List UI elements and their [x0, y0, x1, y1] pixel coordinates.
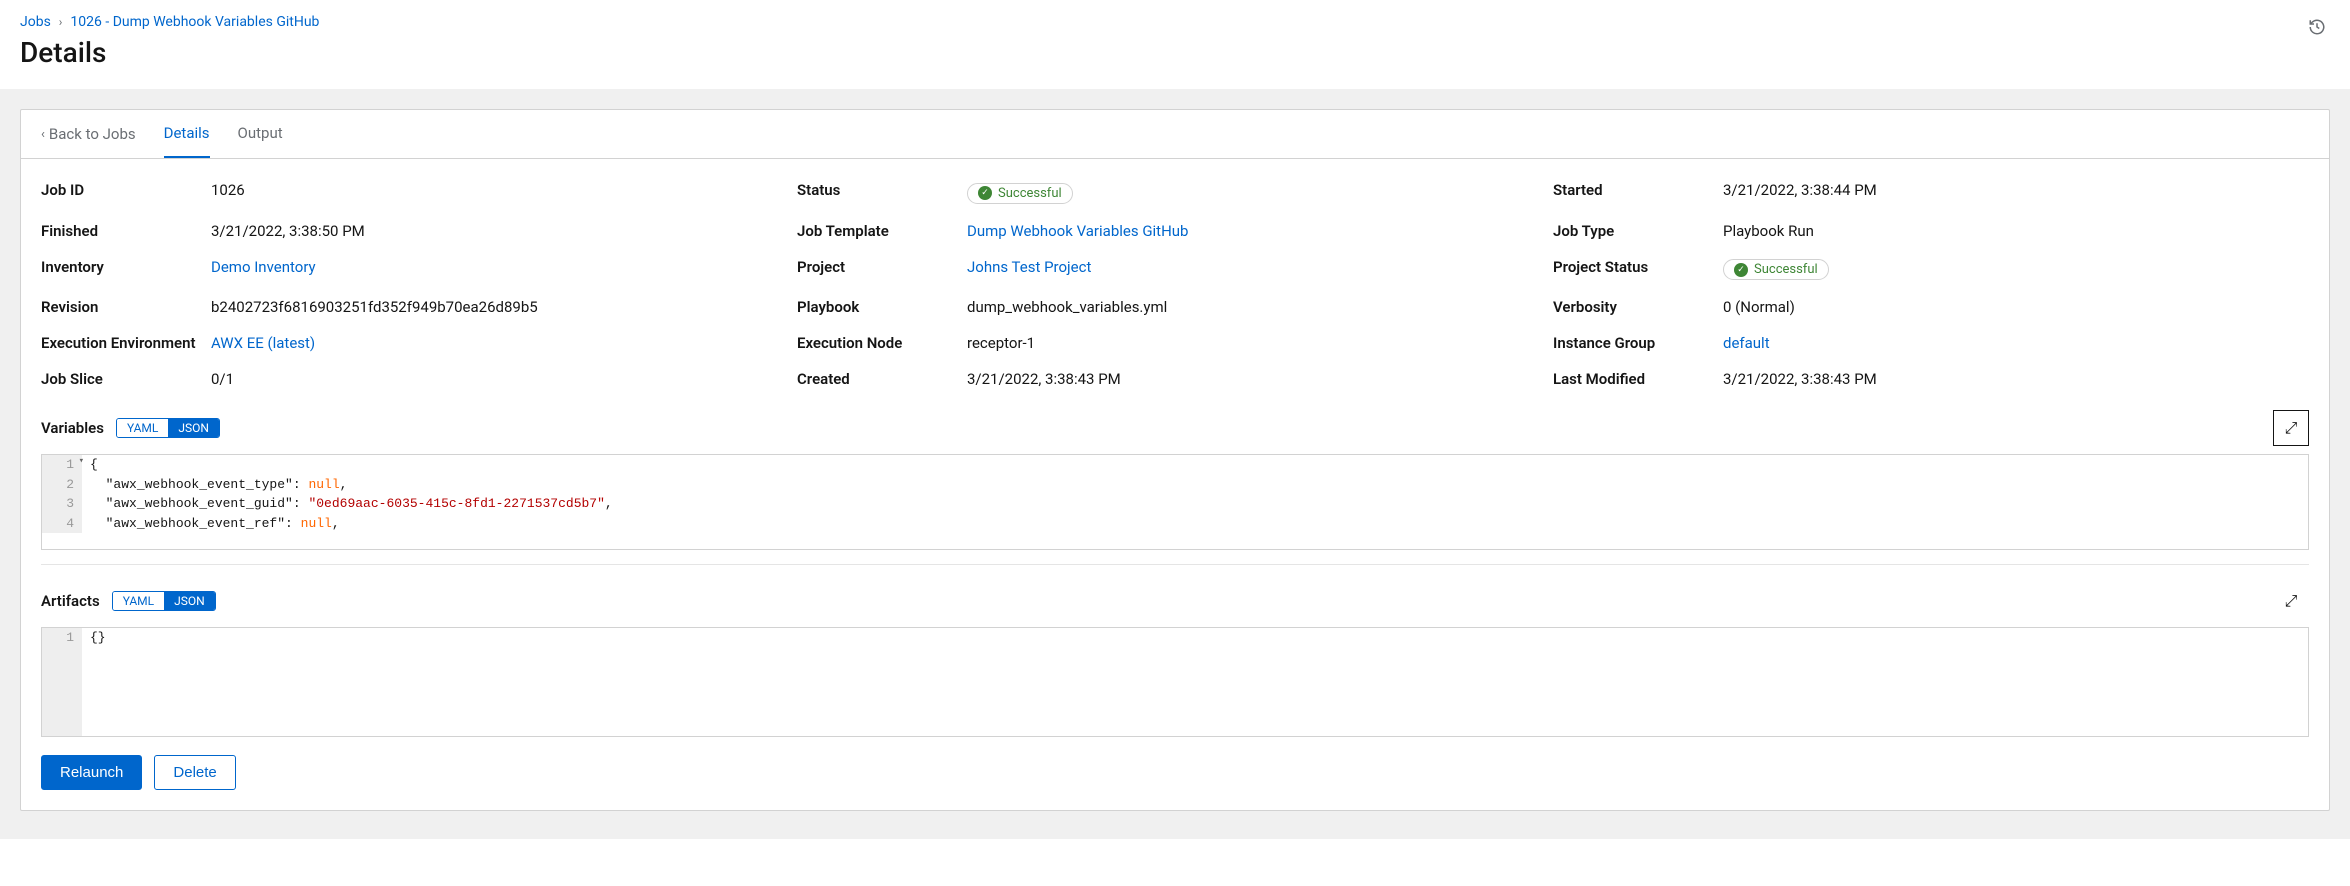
value-revision: b2402723f6816903251fd352f949b70ea26d89b5: [211, 298, 538, 316]
page-title: Details: [20, 36, 2330, 69]
relaunch-button[interactable]: Relaunch: [41, 755, 142, 790]
label-project-status: Project Status: [1553, 258, 1723, 281]
value-finished: 3/21/2022, 3:38:50 PM: [211, 222, 365, 240]
project-link[interactable]: Johns Test Project: [967, 258, 1091, 276]
inventory-link[interactable]: Demo Inventory: [211, 258, 316, 276]
chevron-left-icon: ‹: [41, 127, 45, 142]
instance-group-link[interactable]: default: [1723, 334, 1770, 352]
check-circle-icon: ✓: [978, 186, 992, 200]
value-job-slice: 0/1: [211, 370, 234, 388]
breadcrumb-current-link[interactable]: 1026 - Dump Webhook Variables GitHub: [70, 14, 319, 30]
variables-format-toggle: YAML JSON: [116, 418, 220, 438]
value-playbook: dump_webhook_variables.yml: [967, 298, 1167, 316]
artifacts-yaml-button[interactable]: YAML: [113, 592, 164, 610]
value-verbosity: 0 (Normal): [1723, 298, 1795, 316]
label-started: Started: [1553, 181, 1723, 204]
job-template-link[interactable]: Dump Webhook Variables GitHub: [967, 222, 1188, 240]
artifacts-json-button[interactable]: JSON: [164, 592, 215, 610]
label-exec-node: Execution Node: [797, 334, 967, 352]
label-revision: Revision: [41, 298, 211, 316]
artifacts-editor[interactable]: 1{}: [41, 627, 2309, 737]
check-circle-icon: ✓: [1734, 263, 1748, 277]
label-created: Created: [797, 370, 967, 388]
expand-icon: ⤢: [2285, 591, 2298, 611]
artifacts-format-toggle: YAML JSON: [112, 591, 216, 611]
back-to-jobs-link[interactable]: ‹ Back to Jobs: [41, 111, 136, 157]
artifacts-expand-button[interactable]: ⤢: [2273, 583, 2309, 619]
exec-env-link[interactable]: AWX EE (latest): [211, 334, 315, 352]
delete-button[interactable]: Delete: [154, 755, 235, 790]
variables-expand-button[interactable]: ⤢: [2273, 410, 2309, 446]
label-inventory: Inventory: [41, 258, 211, 281]
variables-json-button[interactable]: JSON: [168, 419, 219, 437]
label-job-template: Job Template: [797, 222, 967, 240]
status-badge: ✓ Successful: [967, 183, 1073, 204]
label-verbosity: Verbosity: [1553, 298, 1723, 316]
expand-icon: ⤢: [2285, 418, 2298, 438]
value-created: 3/21/2022, 3:38:43 PM: [967, 370, 1121, 388]
label-last-modified: Last Modified: [1553, 370, 1723, 388]
label-job-id: Job ID: [41, 181, 211, 204]
label-finished: Finished: [41, 222, 211, 240]
variables-label: Variables: [41, 419, 104, 437]
value-last-modified: 3/21/2022, 3:38:43 PM: [1723, 370, 1877, 388]
back-label: Back to Jobs: [49, 125, 136, 143]
breadcrumb: Jobs › 1026 - Dump Webhook Variables Git…: [20, 14, 2330, 30]
tab-details[interactable]: Details: [164, 110, 210, 158]
value-started: 3/21/2022, 3:38:44 PM: [1723, 181, 1877, 204]
tab-output[interactable]: Output: [238, 110, 283, 158]
divider: [41, 564, 2309, 565]
label-job-type: Job Type: [1553, 222, 1723, 240]
variables-editor[interactable]: 1{ 2 "awx_webhook_event_type": null, 3 "…: [41, 454, 2309, 550]
label-exec-env: Execution Environment: [41, 334, 211, 352]
status-text: Successful: [998, 186, 1062, 201]
history-icon[interactable]: [2308, 18, 2326, 40]
variables-yaml-button[interactable]: YAML: [117, 419, 168, 437]
value-job-type: Playbook Run: [1723, 222, 1814, 240]
value-exec-node: receptor-1: [967, 334, 1035, 352]
project-status-text: Successful: [1754, 262, 1818, 277]
label-job-slice: Job Slice: [41, 370, 211, 388]
label-playbook: Playbook: [797, 298, 967, 316]
breadcrumb-separator-icon: ›: [59, 15, 63, 29]
label-project: Project: [797, 258, 967, 281]
details-card: ‹ Back to Jobs Details Output Job ID1026…: [20, 109, 2330, 811]
label-instance-group: Instance Group: [1553, 334, 1723, 352]
project-status-badge: ✓ Successful: [1723, 259, 1829, 280]
artifacts-label: Artifacts: [41, 592, 100, 610]
value-job-id: 1026: [211, 181, 245, 204]
label-status: Status: [797, 181, 967, 204]
breadcrumb-jobs-link[interactable]: Jobs: [20, 14, 51, 30]
